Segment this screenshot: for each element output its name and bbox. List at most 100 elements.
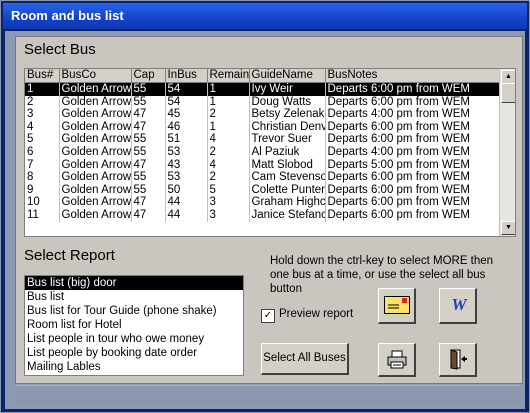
main-panel: Select Bus Bus# BusCo Cap InBus Remain GuideN…	[15, 36, 523, 384]
list-item[interactable]: List people by booking date order	[25, 346, 243, 360]
table-cell: 2	[207, 145, 250, 159]
table-cell: 2	[207, 171, 250, 184]
table-row[interactable]: 9 Golden Arrow 55 50 5 Colette Punter Departs …	[25, 183, 500, 197]
table-cell: Trevor Suer	[249, 133, 326, 146]
table-cell: 11	[25, 208, 60, 222]
list-item[interactable]: Mailing Lables	[25, 360, 243, 374]
table-row[interactable]: 3 Golden Arrow 47 45 2 Betsy Zelenak Departs 4…	[25, 108, 500, 121]
list-item[interactable]: Room list for Hotel	[25, 318, 243, 332]
preview-report-label[interactable]: Preview report	[279, 308, 353, 320]
table-cell: Golden Arrow	[59, 108, 132, 121]
preview-report-checkbox[interactable]: ✓	[261, 309, 275, 323]
table-cell: Doug Watts	[249, 95, 326, 109]
table-row[interactable]: 5 Golden Arrow 55 51 4 Trevor Suer Departs 6:0…	[25, 133, 500, 146]
table-cell: 9	[25, 183, 60, 197]
column-header[interactable]: InBus	[165, 69, 208, 83]
table-row[interactable]: 6 Golden Arrow 55 53 2 Al Paziuk Departs 4:00 …	[25, 145, 500, 159]
table-row[interactable]: 11 Golden Arrow 47 44 3 Janice Stefanc Departs…	[25, 208, 500, 222]
column-header[interactable]: BusCo	[59, 69, 132, 83]
column-header[interactable]: Bus#	[25, 69, 60, 83]
envelope-icon	[384, 296, 410, 314]
table-row[interactable]: 4 Golden Arrow 47 46 1 Christian Denvi Departs…	[25, 120, 500, 134]
select-bus-caption: Select Bus	[24, 41, 96, 58]
table-cell: Golden Arrow	[59, 82, 132, 96]
status-strip	[15, 385, 521, 404]
table-cell: 1	[207, 120, 250, 134]
bus-grid[interactable]: Bus# BusCo Cap InBus Remain GuideName BusNotes…	[24, 68, 516, 237]
table-cell: 55	[131, 95, 166, 109]
table-row[interactable]: 7 Golden Arrow 47 43 4 Matt Slobod Departs 5:0…	[25, 158, 500, 172]
envelope-button[interactable]	[378, 288, 416, 324]
bus-table: Bus# BusCo Cap InBus Remain GuideName BusNotes…	[25, 69, 500, 222]
table-cell: 1	[207, 95, 250, 109]
table-cell: 4	[207, 158, 250, 172]
table-cell: Colette Punter	[249, 183, 326, 197]
list-item[interactable]: Bus list	[25, 290, 243, 304]
table-cell: Golden Arrow	[59, 145, 132, 159]
table-row[interactable]: 10 Golden Arrow 47 44 3 Graham Highcc Departs …	[25, 196, 500, 209]
table-cell: 3	[25, 108, 60, 121]
word-icon: W	[451, 295, 467, 314]
table-cell: 10	[25, 196, 60, 209]
table-cell: Graham Highcc	[249, 196, 326, 209]
table-cell: 46	[165, 120, 208, 134]
list-item[interactable]: List people in tour who owe money	[25, 332, 243, 346]
table-cell: 50	[165, 183, 208, 197]
print-button[interactable]	[378, 343, 416, 377]
list-item[interactable]: Bus list for Tour Guide (phone shake)	[25, 304, 243, 318]
table-cell: Cam Stevenson	[249, 171, 326, 184]
printer-icon	[387, 350, 407, 369]
select-all-buses-button[interactable]: Select All Buses	[261, 343, 349, 375]
table-cell: Golden Arrow	[59, 196, 132, 209]
table-cell: Golden Arrow	[59, 133, 132, 146]
table-cell: 47	[131, 158, 166, 172]
table-cell: Departs 6:00 pm from WEM	[325, 133, 500, 146]
table-cell: 43	[165, 158, 208, 172]
table-cell: 44	[165, 208, 208, 222]
table-row[interactable]: 1 Golden Arrow 55 54 1 Ivy Weir Departs 6:00 p…	[25, 82, 500, 96]
bus-grid-scrollbar[interactable]: ▲ ▼	[499, 69, 515, 236]
scroll-down-arrow-icon[interactable]: ▼	[501, 221, 515, 235]
word-export-button[interactable]: W	[439, 288, 477, 324]
table-cell: 53	[165, 145, 208, 159]
table-cell: 47	[131, 120, 166, 134]
table-cell: Departs 6:00 pm from WEM	[325, 171, 500, 184]
report-list[interactable]: Bus list (big) door Bus list Bus list for …	[24, 275, 244, 376]
table-cell: 55	[131, 183, 166, 197]
table-cell: Departs 4:00 pm from WEM	[325, 145, 500, 159]
table-cell: 47	[131, 108, 166, 121]
table-cell: Departs 6:00 pm from WEM	[325, 196, 500, 209]
exit-button[interactable]	[439, 343, 477, 377]
table-cell: 55	[131, 82, 166, 96]
table-cell: 3	[207, 208, 250, 222]
bus-grid-body: 1 Golden Arrow 55 54 1 Ivy Weir Departs 6:00 p…	[25, 82, 500, 222]
table-cell: 1	[207, 82, 250, 96]
table-cell: 54	[165, 95, 208, 109]
client-area: Select Bus Bus# BusCo Cap InBus Remain GuideN…	[5, 31, 525, 409]
table-cell: 3	[207, 196, 250, 209]
scroll-thumb[interactable]	[501, 83, 515, 103]
table-cell: Golden Arrow	[59, 171, 132, 184]
column-header[interactable]: GuideName	[249, 69, 326, 83]
list-item[interactable]: Bus list (big) door	[25, 276, 243, 290]
table-cell: 55	[131, 145, 166, 159]
column-header[interactable]: Cap	[131, 69, 166, 83]
table-cell: 1	[25, 82, 60, 96]
column-header[interactable]: Remain	[207, 69, 250, 83]
table-row[interactable]: 2 Golden Arrow 55 54 1 Doug Watts Departs 6:00…	[25, 95, 500, 109]
title-bar[interactable]: Room and bus list	[3, 3, 527, 29]
window-title: Room and bus list	[11, 8, 124, 23]
table-cell: 55	[131, 133, 166, 146]
table-cell: Golden Arrow	[59, 95, 132, 109]
table-cell: 2	[25, 95, 60, 109]
column-header[interactable]: BusNotes	[325, 69, 500, 83]
table-cell: 51	[165, 133, 208, 146]
table-cell: 45	[165, 108, 208, 121]
table-cell: Golden Arrow	[59, 208, 132, 222]
table-cell: Betsy Zelenak	[249, 108, 326, 121]
table-cell: 4	[207, 133, 250, 146]
table-row[interactable]: 8Golden Arrow55532Cam StevensonDeparts 6…	[25, 171, 500, 184]
scroll-up-arrow-icon[interactable]: ▲	[501, 70, 515, 84]
select-report-caption: Select Report	[24, 247, 115, 264]
table-cell: 47	[131, 208, 166, 222]
